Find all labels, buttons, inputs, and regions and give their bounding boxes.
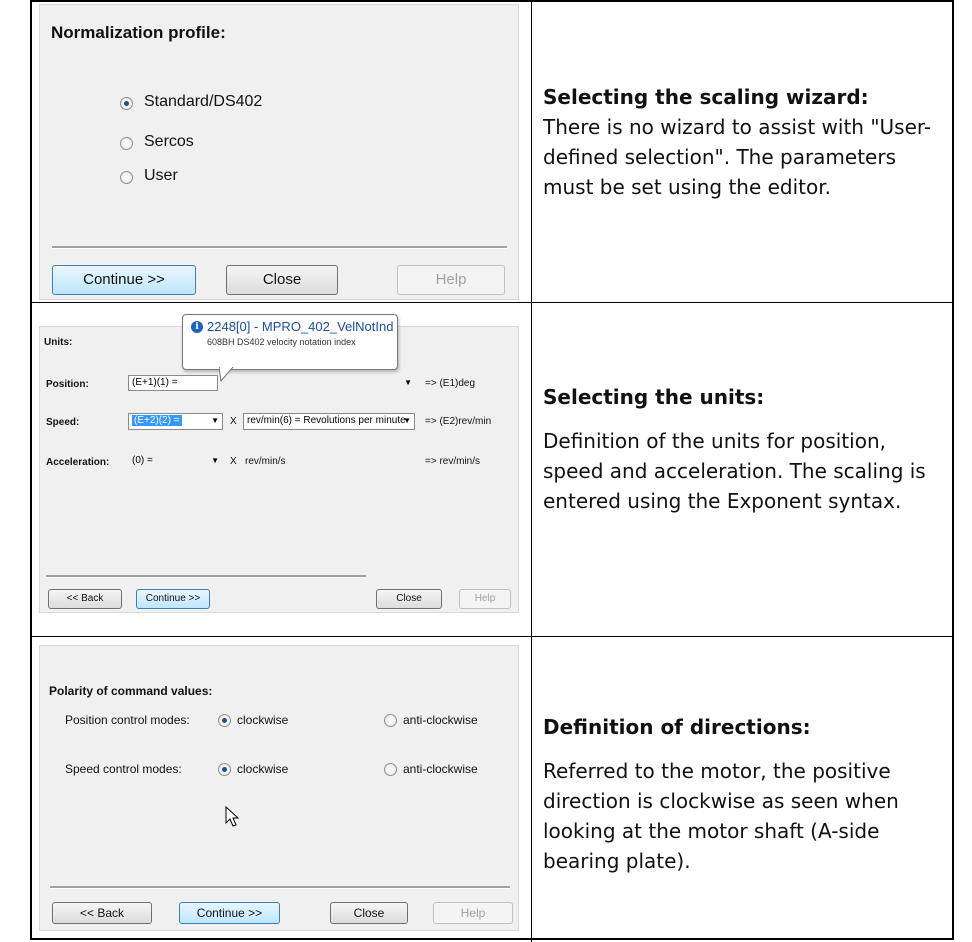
table-row: Normalization profile: Standard/DS402 Se… bbox=[32, 2, 952, 303]
tooltip-pointer bbox=[219, 367, 234, 383]
help-button[interactable]: Help bbox=[433, 902, 513, 924]
radio-label: anti-clockwise bbox=[403, 762, 478, 776]
continue-button[interactable]: Continue >> bbox=[136, 589, 210, 609]
description-cell: Definition of directions: Referred to th… bbox=[543, 712, 943, 876]
radio-standard[interactable] bbox=[120, 97, 133, 110]
description-cell: Selecting the scaling wizard: There is n… bbox=[543, 82, 943, 202]
separator bbox=[50, 886, 510, 889]
section-body: There is no wizard to assist with "User-… bbox=[543, 115, 932, 199]
continue-button[interactable]: Continue >> bbox=[52, 265, 196, 295]
multiply-symbol: X bbox=[230, 456, 237, 467]
radio-sercos[interactable] bbox=[120, 137, 133, 150]
radio-label: clockwise bbox=[237, 762, 289, 776]
section-heading: Selecting the units: bbox=[543, 385, 765, 409]
close-button[interactable]: Close bbox=[376, 589, 442, 609]
tooltip-title: 2248[0] - MPRO_402_VelNotInd bbox=[207, 319, 394, 334]
back-button[interactable]: << Back bbox=[52, 902, 152, 924]
section-heading: Definition of directions: bbox=[543, 715, 811, 739]
radio-label: User bbox=[144, 167, 178, 184]
back-button[interactable]: << Back bbox=[48, 589, 122, 609]
chevron-down-icon: ▼ bbox=[211, 416, 219, 425]
chevron-down-icon: ▼ bbox=[211, 456, 219, 465]
info-icon: i bbox=[191, 321, 203, 333]
help-button[interactable]: Help bbox=[459, 589, 511, 609]
dialog-title: Polarity of command values: bbox=[49, 684, 213, 698]
units-dialog: Units: Position: (E+1)(1) = ▼ => (E1)deg… bbox=[39, 314, 519, 613]
table-row: Polarity of command values: Position con… bbox=[32, 637, 952, 942]
radio-user[interactable] bbox=[120, 171, 133, 184]
parameter-tooltip: i 2248[0] - MPRO_402_VelNotInd 608BH DS4… bbox=[182, 314, 398, 383]
close-button[interactable]: Close bbox=[330, 902, 408, 924]
cursor-icon bbox=[225, 806, 240, 827]
chevron-down-icon: ▼ bbox=[403, 416, 411, 425]
close-button[interactable]: Close bbox=[226, 265, 338, 295]
acceleration-unit: rev/min/s bbox=[245, 456, 286, 467]
acceleration-label: Acceleration: bbox=[46, 457, 110, 468]
polarity-dialog: Polarity of command values: Position con… bbox=[39, 645, 519, 931]
tooltip-subtitle: 608BH DS402 velocity notation index bbox=[207, 337, 356, 347]
speed-label: Speed: bbox=[46, 417, 80, 428]
multiply-symbol: X bbox=[230, 416, 237, 427]
dialog-title: Units: bbox=[44, 337, 73, 348]
position-unit-select[interactable]: ▼ bbox=[404, 375, 416, 391]
radio-speed-anticlockwise[interactable] bbox=[384, 763, 397, 776]
continue-button[interactable]: Continue >> bbox=[179, 902, 280, 924]
help-button[interactable]: Help bbox=[397, 265, 505, 295]
radio-label: clockwise bbox=[237, 713, 289, 727]
normalization-dialog: Normalization profile: Standard/DS402 Se… bbox=[39, 4, 519, 300]
radio-speed-clockwise[interactable] bbox=[218, 763, 231, 776]
document-table: Normalization profile: Standard/DS402 Se… bbox=[30, 0, 954, 942]
position-label: Position: bbox=[46, 379, 89, 390]
acceleration-exponent-select[interactable]: (0) = ▼ bbox=[128, 453, 223, 470]
radio-position-anticlockwise[interactable] bbox=[384, 714, 397, 727]
position-mode-label: Position control modes: bbox=[65, 713, 190, 727]
section-body: Referred to the motor, the positive dire… bbox=[543, 759, 899, 873]
radio-label: anti-clockwise bbox=[403, 713, 478, 727]
radio-label: Sercos bbox=[144, 133, 194, 150]
description-cell: Selecting the units: Definition of the u… bbox=[543, 382, 943, 516]
speed-exponent-select[interactable]: (E+2)(2) = ▼ bbox=[128, 413, 223, 430]
acceleration-result: => rev/min/s bbox=[425, 456, 481, 467]
speed-mode-label: Speed control modes: bbox=[65, 762, 182, 776]
chevron-down-icon: ▼ bbox=[404, 378, 412, 387]
radio-position-clockwise[interactable] bbox=[218, 714, 231, 727]
section-heading: Selecting the scaling wizard: bbox=[543, 85, 869, 109]
position-result: => (E1)deg bbox=[425, 378, 476, 389]
speed-result: => (E2)rev/min bbox=[425, 416, 492, 427]
section-body: Definition of the units for position, sp… bbox=[543, 429, 926, 513]
speed-unit-select[interactable]: rev/min(6) = Revolutions per minute ▼ bbox=[243, 413, 415, 430]
separator bbox=[46, 575, 366, 578]
position-exponent-select[interactable]: (E+1)(1) = bbox=[128, 375, 218, 391]
separator bbox=[52, 246, 507, 249]
dialog-title: Normalization profile: bbox=[51, 23, 226, 42]
radio-label: Standard/DS402 bbox=[144, 93, 263, 110]
table-row: Units: Position: (E+1)(1) = ▼ => (E1)deg… bbox=[32, 303, 952, 637]
